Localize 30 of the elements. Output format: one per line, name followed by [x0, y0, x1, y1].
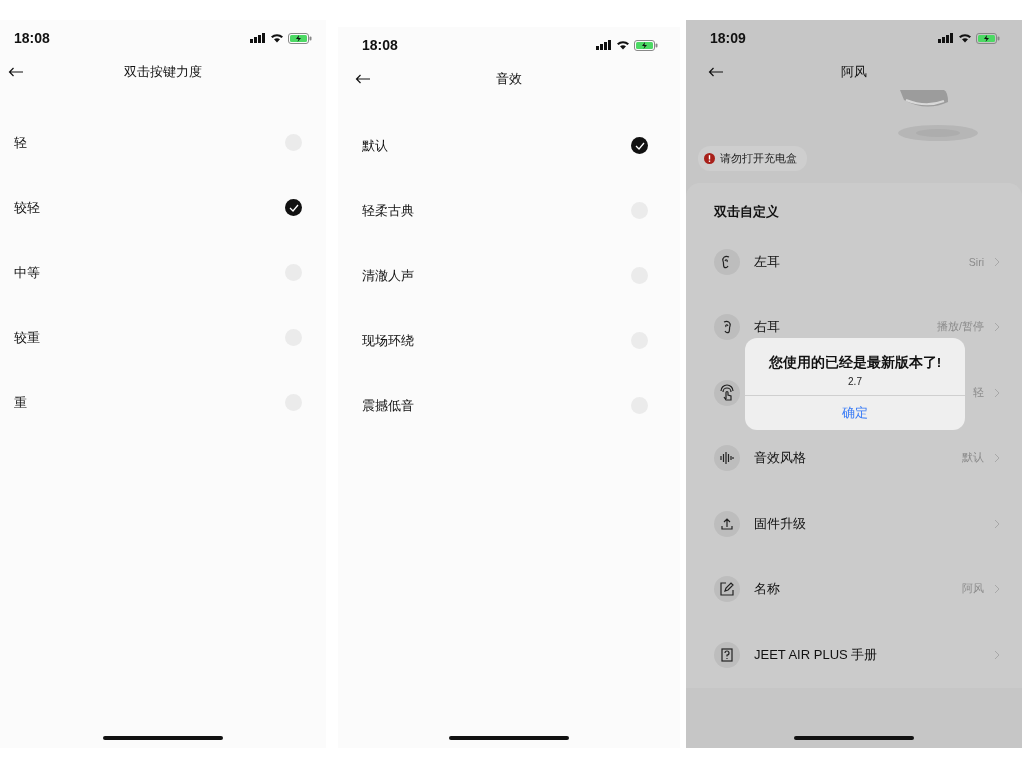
- setting-label: 名称: [754, 580, 780, 599]
- section-title: 双击自定义: [714, 203, 780, 221]
- setting-label: 左耳: [754, 252, 780, 271]
- option-label: 默认: [362, 136, 388, 155]
- warning-text: 请勿打开充电盒: [720, 151, 797, 166]
- option-label: 中等: [14, 263, 40, 282]
- page-title: 双击按键力度: [124, 63, 202, 81]
- option-label: 震撼低音: [362, 396, 414, 415]
- dialog-message: 2.7: [848, 376, 862, 387]
- option-label: 现场环绕: [362, 331, 414, 350]
- setting-label: 音效风格: [754, 449, 806, 468]
- status-time: 18:09: [710, 30, 746, 46]
- option-label: 较轻: [14, 198, 40, 217]
- status-time: 18:08: [362, 37, 398, 53]
- setting-label: 固件升级: [754, 514, 806, 533]
- page-title: 音效: [496, 70, 522, 88]
- setting-value: 默认: [962, 451, 984, 466]
- option-label: 轻柔古典: [362, 201, 414, 220]
- page-title: 阿风: [841, 63, 867, 81]
- setting-value: Siri: [968, 255, 984, 268]
- setting-value: 轻: [973, 385, 984, 400]
- option-label: 较重: [14, 328, 40, 347]
- option-label: 清澈人声: [362, 266, 414, 285]
- setting-value: 播放/暂停: [937, 320, 984, 335]
- option-label: 轻: [14, 133, 27, 152]
- status-time: 18:08: [14, 30, 50, 46]
- option-label: 重: [14, 393, 27, 412]
- dialog-title: 您使用的已经是最新版本了!: [768, 354, 942, 372]
- setting-label: 右耳: [754, 318, 780, 337]
- setting-label: JEET AIR PLUS 手册: [754, 645, 878, 664]
